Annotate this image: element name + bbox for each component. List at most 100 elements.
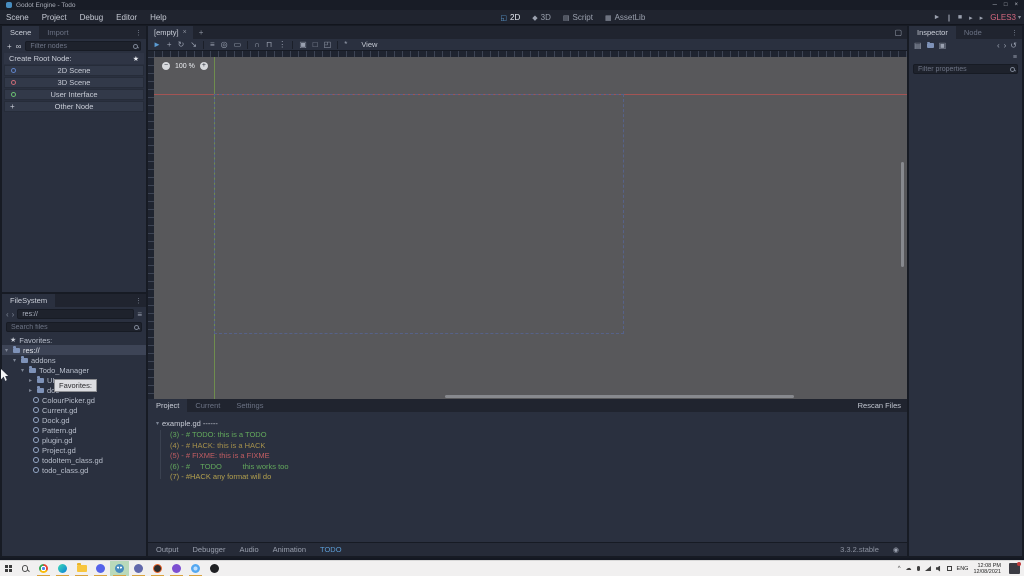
- tree-item-favorites[interactable]: ★ Favorites:: [2, 335, 146, 345]
- zoom-in-button[interactable]: +: [200, 62, 208, 70]
- panel-debugger[interactable]: Debugger: [193, 545, 226, 554]
- todo-item[interactable]: (4) - # HACK: this is a HACK: [170, 441, 899, 452]
- search-files-field[interactable]: [6, 322, 142, 332]
- dock-menu-icon[interactable]: ⋮: [1011, 26, 1022, 39]
- tree-item-project[interactable]: Project.gd: [2, 445, 146, 455]
- new-scene-tab-button[interactable]: +: [193, 26, 210, 39]
- tab-node[interactable]: Node: [956, 26, 990, 39]
- view-menu[interactable]: View: [361, 40, 377, 49]
- tree-item-todoitem-class[interactable]: todoItem_class.gd: [2, 455, 146, 465]
- close-button[interactable]: ×: [1014, 2, 1018, 8]
- favorite-star-icon[interactable]: ★: [133, 55, 139, 63]
- tree-item-current[interactable]: Current.gd: [2, 405, 146, 415]
- maximize-button[interactable]: □: [1004, 2, 1008, 8]
- microphone-icon[interactable]: [917, 566, 920, 571]
- tree-item-dock[interactable]: Dock.gd: [2, 415, 146, 425]
- action-center-icon[interactable]: [1009, 563, 1020, 574]
- taskbar-search-button[interactable]: [16, 561, 34, 576]
- new-resource-icon[interactable]: ▤: [914, 41, 922, 50]
- zoom-level[interactable]: 100 %: [175, 63, 195, 70]
- filter-properties-input[interactable]: [913, 64, 1018, 74]
- dock-menu-icon[interactable]: ⋮: [135, 26, 146, 39]
- start-button[interactable]: [0, 561, 16, 576]
- todo-file-header[interactable]: ▾ example.gd ------: [156, 418, 899, 428]
- tray-app-icon[interactable]: [947, 566, 952, 571]
- todo-item[interactable]: (3) - # TODO: this is a TODO: [170, 430, 899, 441]
- history-forward-icon[interactable]: ›: [1004, 41, 1007, 50]
- tab-inspector[interactable]: Inspector: [909, 26, 956, 39]
- tab-current[interactable]: Current: [187, 399, 228, 412]
- create-3d-scene-button[interactable]: 3D Scene: [4, 77, 144, 88]
- move-tool-icon[interactable]: +: [167, 40, 172, 49]
- tree-item-todo-class[interactable]: todo_class.gd: [2, 465, 146, 475]
- taskbar-chrome[interactable]: [34, 561, 53, 576]
- nav-back-button[interactable]: ‹: [6, 310, 9, 319]
- panel-output[interactable]: Output: [156, 545, 179, 554]
- onedrive-cloud-icon[interactable]: ☁: [906, 566, 912, 572]
- vertical-scrollbar[interactable]: [901, 162, 904, 267]
- tab-project[interactable]: Project: [148, 399, 187, 412]
- play-button[interactable]: ►: [933, 14, 940, 21]
- todo-item[interactable]: (6) - # TODO this works too: [170, 462, 899, 473]
- panel-animation[interactable]: Animation: [273, 545, 306, 554]
- panel-audio[interactable]: Audio: [239, 545, 258, 554]
- tab-scene[interactable]: Scene: [2, 26, 39, 39]
- ruler-tool-icon[interactable]: ▭: [234, 40, 242, 49]
- tab-settings[interactable]: Settings: [228, 399, 271, 412]
- filter-properties-field[interactable]: [913, 64, 1018, 74]
- play-custom-scene-button[interactable]: ▸: [980, 14, 984, 22]
- search-files-input[interactable]: [6, 322, 142, 332]
- select-tool-icon[interactable]: ►: [153, 40, 161, 49]
- pivot-tool-icon[interactable]: ◎: [221, 40, 228, 49]
- taskbar-godot[interactable]: [110, 561, 129, 576]
- tree-item-addons[interactable]: ▾ addons: [2, 355, 146, 365]
- menu-project[interactable]: Project: [42, 13, 67, 22]
- create-user-interface-button[interactable]: User Interface: [4, 89, 144, 100]
- collapse-arrow-icon[interactable]: ▾: [5, 347, 10, 354]
- list-select-icon[interactable]: ≡: [210, 40, 215, 49]
- scale-tool-icon[interactable]: ↘: [190, 40, 197, 49]
- history-back-icon[interactable]: ‹: [997, 41, 1000, 50]
- grid-snap-icon[interactable]: ⊓: [266, 40, 272, 49]
- clock[interactable]: 12:08 PM 12/08/2021: [973, 563, 1001, 575]
- taskbar-streaming-app[interactable]: [148, 561, 167, 576]
- save-resource-icon[interactable]: ▣: [939, 41, 947, 50]
- add-node-button[interactable]: +: [7, 42, 12, 51]
- minimize-button[interactable]: ─: [993, 2, 997, 8]
- 2d-viewport[interactable]: − 100 % +: [148, 51, 907, 399]
- volume-icon[interactable]: [936, 566, 942, 572]
- lock-object-icon[interactable]: ▣: [299, 40, 307, 49]
- path-input[interactable]: [17, 309, 134, 319]
- pause-button[interactable]: ∥: [947, 14, 951, 22]
- tree-item-res-root[interactable]: ▾ res://: [2, 345, 146, 355]
- workspace-assetlib[interactable]: ▦AssetLib: [605, 13, 645, 22]
- rotate-tool-icon[interactable]: ↻: [178, 40, 185, 49]
- taskbar-photos[interactable]: [186, 561, 205, 576]
- workspace-3d[interactable]: ◆3D: [532, 13, 551, 22]
- language-indicator[interactable]: ENG: [957, 566, 969, 572]
- smart-snap-icon[interactable]: ∩: [254, 40, 260, 49]
- canvas-area[interactable]: − 100 % +: [154, 57, 907, 399]
- history-icon[interactable]: ↺: [1010, 41, 1017, 50]
- scene-tab-empty[interactable]: [empty] ×: [148, 26, 193, 39]
- distraction-free-icon[interactable]: ▢: [894, 26, 907, 39]
- tree-item-pattern[interactable]: Pattern.gd: [2, 425, 146, 435]
- taskbar-discord[interactable]: [91, 561, 110, 576]
- snap-options-icon[interactable]: ⋮: [278, 40, 286, 49]
- todo-item[interactable]: (5) - # FIXME: this is a FIXME: [170, 451, 899, 462]
- menu-help[interactable]: Help: [150, 13, 166, 22]
- tree-item-todo-manager[interactable]: ▾ Todo_Manager: [2, 365, 146, 375]
- tree-item-plugin[interactable]: plugin.gd: [2, 435, 146, 445]
- collapse-arrow-icon[interactable]: ▾: [13, 357, 18, 364]
- create-other-node-button[interactable]: + Other Node: [4, 101, 144, 112]
- split-mode-toggle-icon[interactable]: ≡: [137, 310, 142, 319]
- skeleton-options-icon[interactable]: *: [344, 40, 347, 49]
- play-scene-button[interactable]: ▸: [969, 14, 973, 22]
- renderer-select[interactable]: GLES3▾: [990, 13, 1021, 22]
- object-properties-icon[interactable]: ≡: [1013, 54, 1017, 61]
- network-icon[interactable]: [925, 566, 931, 571]
- horizontal-scrollbar[interactable]: [445, 395, 794, 398]
- close-icon[interactable]: ×: [183, 29, 187, 36]
- dock-menu-icon[interactable]: ⋮: [135, 294, 146, 307]
- current-path-field[interactable]: [17, 309, 134, 319]
